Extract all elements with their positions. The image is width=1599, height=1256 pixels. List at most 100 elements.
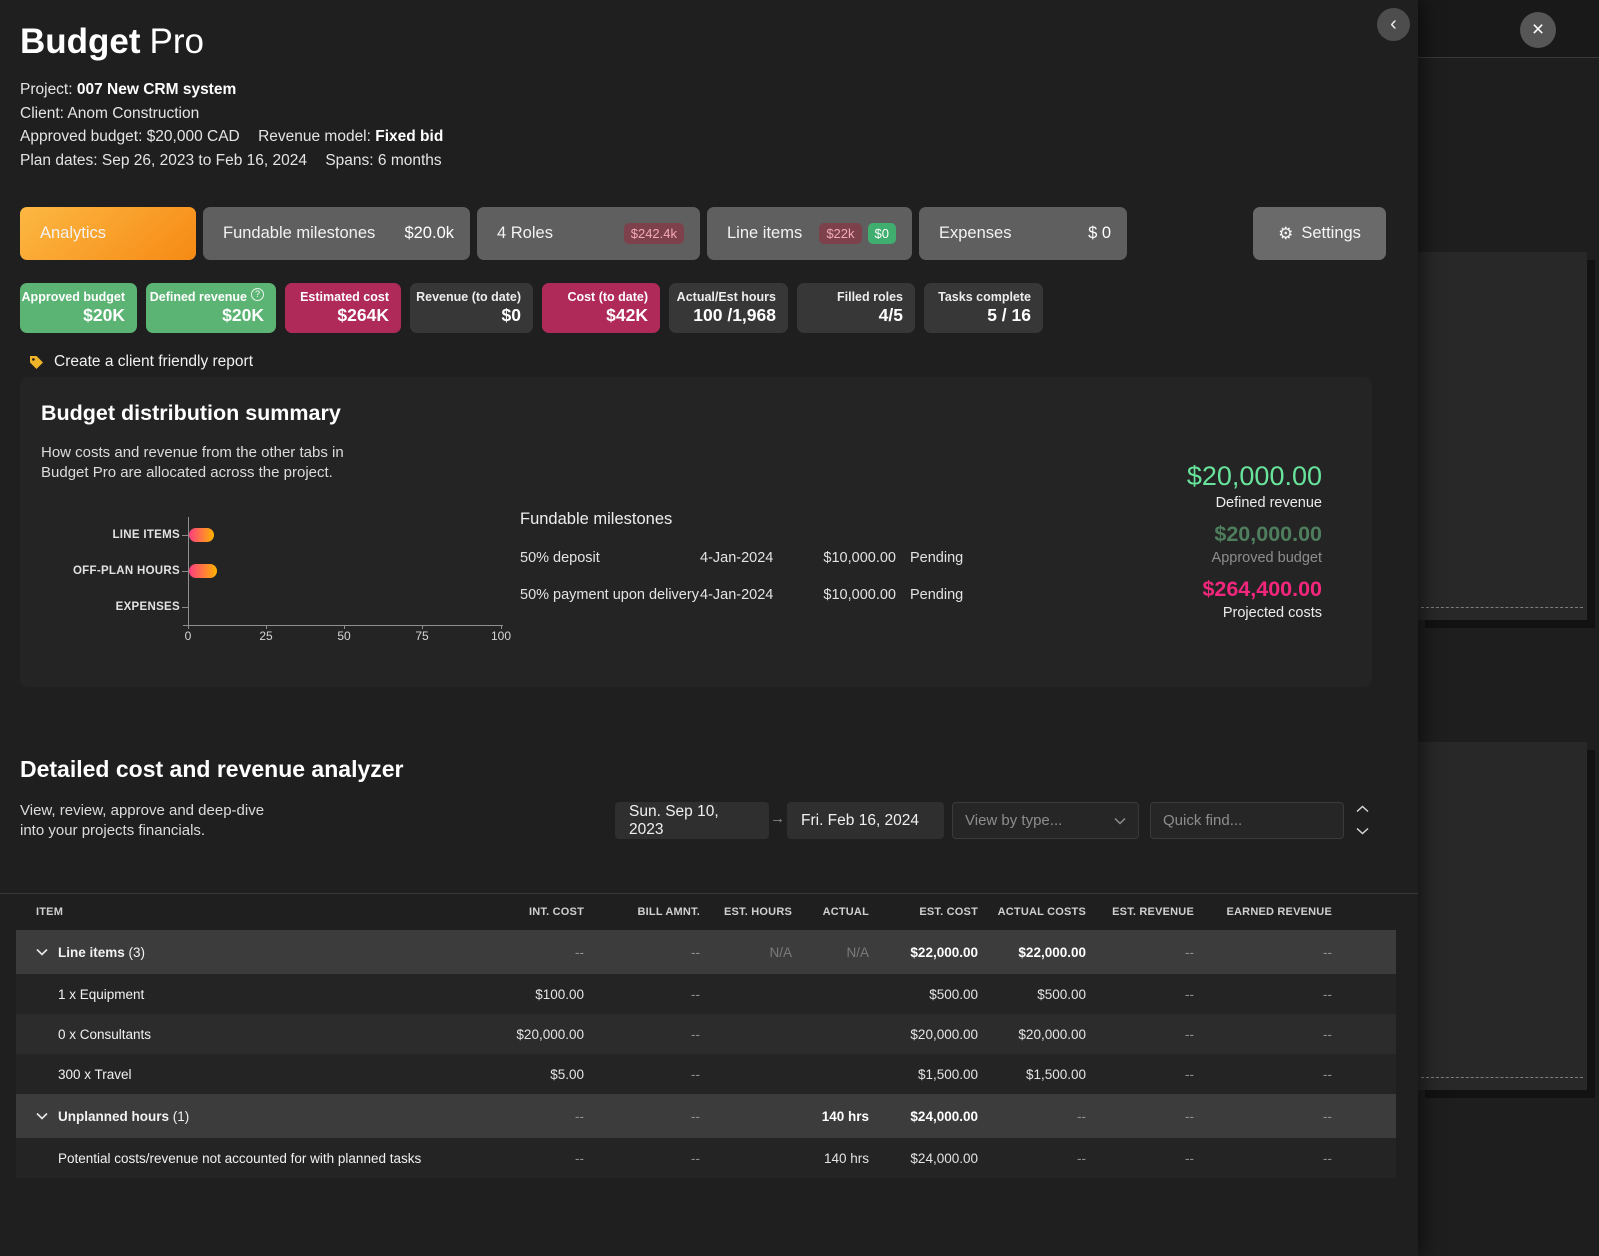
approved-budget-amount: $20,000.00 xyxy=(1214,522,1322,546)
milestone-name: 50% payment upon delivery xyxy=(520,587,699,603)
chart-x-axis xyxy=(183,625,503,626)
tab-roles[interactable]: 4 Roles $242.4k xyxy=(477,207,700,260)
budget-distribution-panel: Budget distribution summary How costs an… xyxy=(20,377,1372,687)
table-row-equipment: 1 x Equipment $100.00 -- $500.00 $500.00… xyxy=(16,974,1396,1014)
plan-end-date: Feb 16, 2024 xyxy=(215,151,308,169)
line-items-cost-badge: $22k xyxy=(819,223,862,244)
background-panel xyxy=(1417,252,1587,620)
tab-fundable-milestones[interactable]: Fundable milestones $20.0k xyxy=(203,207,470,260)
tag-icon xyxy=(30,355,43,369)
chip-tasks-complete: Tasks complete 5 / 16 xyxy=(924,283,1043,333)
defined-revenue-label: Defined revenue xyxy=(1215,495,1322,511)
arrow-right-icon: → xyxy=(770,810,785,827)
date-from-field[interactable]: Sun. Sep 10, 2023 xyxy=(615,802,769,839)
view-by-type-select[interactable]: View by type... xyxy=(952,802,1139,839)
table-group-row-unplanned-hours[interactable]: Unplanned hours (1) -- -- 140 hrs $24,00… xyxy=(16,1094,1396,1138)
chip-revenue-to-date: Revenue (to date) $0 xyxy=(410,283,533,333)
table-header-row: ITEM INT. COST BILL AMNT. EST. HOURS ACT… xyxy=(36,906,1332,918)
defined-revenue-amount: $20,000.00 xyxy=(1186,461,1322,491)
chart-x-tick: 100 xyxy=(490,629,512,643)
chip-filled-roles: Filled roles 4/5 xyxy=(797,283,915,333)
panel-title: Budget distribution summary xyxy=(41,401,341,425)
chart-bar xyxy=(189,564,218,578)
milestone-status: Pending xyxy=(910,587,964,603)
revenue-model-value: Fixed bid xyxy=(375,128,444,145)
backdrop-header xyxy=(1418,0,1599,58)
chevron-down-icon xyxy=(1114,817,1126,825)
milestone-status: Pending xyxy=(910,550,964,566)
approved-budget-value: $20,000 CAD xyxy=(146,128,240,145)
milestone-date: 4-Jan-2024 xyxy=(700,587,774,603)
milestones-list-title: Fundable milestones xyxy=(520,510,673,528)
chart-x-tick: 50 xyxy=(337,629,351,643)
title-bold: Budget xyxy=(20,22,141,61)
page-title: Budget Pro xyxy=(20,22,204,62)
client-line: Client: Anom Construction xyxy=(20,104,200,122)
analyzer-description: View, review, approve and deep-dive into… xyxy=(20,802,265,839)
chart-category-label: EXPENSES xyxy=(115,601,180,613)
date-to-field[interactable]: Fri. Feb 16, 2024 xyxy=(787,802,944,839)
budget-pro-screen: × ‹ Budget Pro Project: 007 New CRM syste… xyxy=(0,0,1599,1256)
roles-cost-badge: $242.4k xyxy=(623,223,684,244)
plan-dates-line: Plan dates: Sep 26, 2023 to Feb 16, 2024… xyxy=(20,151,442,169)
panel-description: How costs and revenue from the other tab… xyxy=(41,444,344,481)
milestone-amount: $10,000.00 xyxy=(823,587,896,603)
spans-value: 6 months xyxy=(377,151,442,169)
table-row-travel: 300 x Travel $5.00 -- $1,500.00 $1,500.0… xyxy=(16,1054,1396,1094)
tab-expenses[interactable]: Expenses $ 0 xyxy=(919,207,1127,260)
milestone-amount: $10,000.00 xyxy=(823,550,896,566)
budget-pro-modal: ‹ Budget Pro Project: 007 New CRM system … xyxy=(0,0,1418,1256)
chip-defined-revenue: Defined revenue? $20K xyxy=(146,283,276,333)
collapse-down-button[interactable] xyxy=(1352,822,1372,840)
title-light: Pro xyxy=(149,22,205,61)
milestone-name: 50% deposit xyxy=(520,550,600,566)
chart-category-label: OFF-PLAN HOURS xyxy=(72,565,180,577)
close-button[interactable]: × xyxy=(1520,12,1556,48)
fundable-milestones-list: Fundable milestones 50% deposit 4-Jan-20… xyxy=(520,510,1000,603)
create-report-link[interactable]: Create a client friendly report xyxy=(28,353,253,371)
tab-analytics[interactable]: Analytics xyxy=(20,207,196,260)
chart-x-tick: 25 xyxy=(259,629,273,643)
tab-line-items[interactable]: Line items $22k $0 xyxy=(707,207,912,260)
analyzer-title: Detailed cost and revenue analyzer xyxy=(20,756,404,782)
summary-totals: $20,000.00 Defined revenue $20,000.00 Ap… xyxy=(1187,461,1322,632)
chart-x-tick: 0 xyxy=(184,629,192,643)
chart-x-tick: 75 xyxy=(415,629,429,643)
chevron-down-icon[interactable] xyxy=(36,948,48,956)
projected-costs-amount: $264,400.00 xyxy=(1202,577,1322,601)
collapse-up-button[interactable] xyxy=(1352,800,1372,818)
chip-actual-est-hours: Actual/Est hours 100 /1,968 xyxy=(669,283,788,333)
gear-icon: ⚙ xyxy=(1278,223,1294,243)
chip-approved-budget: Approved budget $20K xyxy=(20,283,137,333)
table-row-potential-costs: Potential costs/revenue not accounted fo… xyxy=(16,1138,1396,1178)
chevron-down-icon xyxy=(1355,827,1369,835)
client-name: Anom Construction xyxy=(67,104,200,122)
chart-bar xyxy=(189,528,215,542)
page-backdrop: × xyxy=(1417,0,1599,1256)
budget-distribution-chart: LINE ITEMS OFF-PLAN HOURS EXPENSES 0 25 … xyxy=(65,517,525,647)
project-name: 007 New CRM system xyxy=(76,81,237,98)
table-row-consultants: 0 x Consultants $20,000.00 -- $20,000.00… xyxy=(16,1014,1396,1054)
chip-estimated-cost: Estimated cost $264K xyxy=(285,283,401,333)
milestones-total: $20.0k xyxy=(404,224,454,242)
milestone-row: 50% deposit 4-Jan-2024 $10,000.00 Pendin… xyxy=(520,550,1000,566)
milestone-date: 4-Jan-2024 xyxy=(700,550,774,566)
chevron-down-icon[interactable] xyxy=(36,1112,48,1120)
project-meta: Project: 007 New CRM system Client: Anom… xyxy=(20,78,443,172)
settings-button[interactable]: ⚙ Settings xyxy=(1253,207,1386,260)
background-panel xyxy=(1417,742,1587,1090)
projected-costs-label: Projected costs xyxy=(1222,605,1322,621)
collapse-panel-button[interactable]: ‹ xyxy=(1377,8,1410,41)
chip-cost-to-date: Cost (to date) $42K xyxy=(542,283,660,333)
cost-revenue-table: ITEM INT. COST BILL AMNT. EST. HOURS ACT… xyxy=(16,894,1396,1178)
info-icon[interactable]: ? xyxy=(251,287,264,301)
quick-find-input[interactable] xyxy=(1150,802,1344,839)
approved-budget-label: Approved budget xyxy=(1211,550,1322,566)
milestone-row: 50% payment upon delivery 4-Jan-2024 $10… xyxy=(520,587,1000,603)
expenses-total: $ 0 xyxy=(1088,224,1111,242)
line-items-zero-badge: $0 xyxy=(867,223,896,244)
table-group-row-line-items[interactable]: Line items (3) -- -- N/A N/A $22,000.00 … xyxy=(16,930,1396,974)
plan-start-date: Sep 26, 2023 xyxy=(101,151,195,169)
chart-category-label: LINE ITEMS xyxy=(112,529,180,541)
budget-line: Approved budget: $20,000 CAD Revenue mod… xyxy=(20,128,444,145)
